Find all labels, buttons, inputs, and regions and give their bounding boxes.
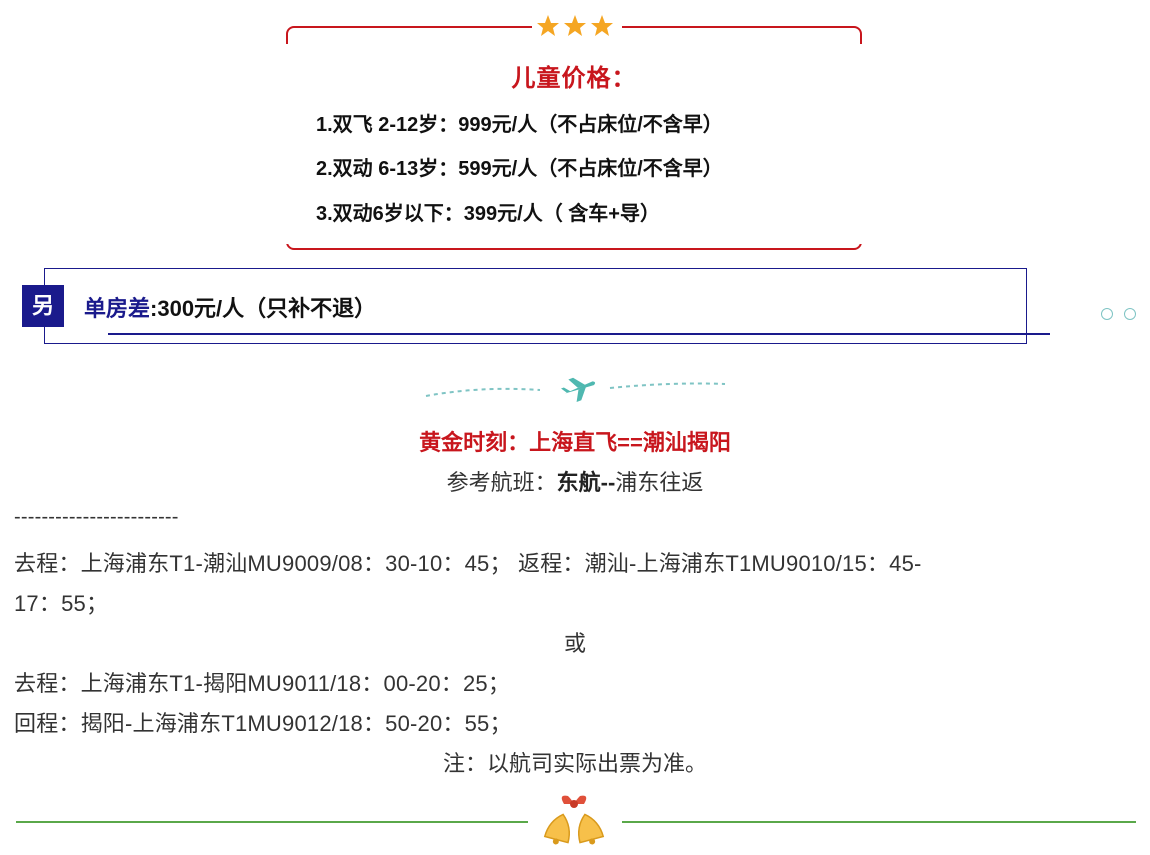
- divider-line-right: [622, 821, 1136, 823]
- flight-reference: 参考航班：东航--浦东往返: [0, 465, 1150, 497]
- star-icon: [591, 15, 613, 36]
- star-icon: [564, 15, 586, 36]
- single-room-value: :300元/人（只补不退）: [150, 296, 377, 321]
- flight-option1-line2: 17：55；: [14, 591, 109, 616]
- flight-or: 或: [563, 631, 586, 656]
- flight-option2-outbound: 去程：上海浦东T1-揭阳MU9011/18：00-20：25；: [14, 671, 511, 696]
- reference-prefix: 参考航班：: [446, 470, 557, 495]
- single-room-label: 单房差: [84, 296, 151, 321]
- flight-note: 注：以航司实际出票为准。: [442, 751, 707, 776]
- dot-icon: [1101, 308, 1113, 320]
- flight-heading: 黄金时刻：上海直飞==潮汕揭阳: [419, 430, 731, 455]
- bells-icon: [543, 795, 605, 845]
- dot-icon: [1124, 308, 1136, 320]
- child-price-title: 儿童价格：: [511, 65, 637, 92]
- star-icon: [537, 15, 559, 36]
- child-price-line-3: 3.双动6岁以下：399元/人（ 含车+导）: [316, 203, 660, 225]
- stars-decoration: [536, 14, 616, 42]
- single-room-badge: 另: [22, 285, 64, 327]
- flight-option1-line1: 去程：上海浦东T1-潮汕MU9009/08：30-10：45； 返程：潮汕-上海…: [14, 551, 922, 576]
- divider-line-left: [16, 821, 528, 823]
- flight-option2-return: 回程：揭阳-上海浦东T1MU9012/18：50-20：55；: [14, 711, 512, 736]
- single-room-underline: [108, 333, 1050, 335]
- child-price-line-1: 1.双飞 2-12岁：999元/人（不占床位/不含早）: [316, 114, 723, 136]
- separator-line: ------------------------: [14, 506, 179, 528]
- single-room-text: 单房差:300元/人（只补不退）: [84, 291, 376, 323]
- reference-airline: 东航--: [556, 470, 616, 495]
- reference-suffix: 浦东往返: [615, 470, 704, 495]
- child-price-line-2: 2.双动 6-13岁：599元/人（不占床位/不含早）: [316, 158, 723, 180]
- plane-icon: [561, 377, 596, 403]
- plane-divider: [425, 377, 726, 403]
